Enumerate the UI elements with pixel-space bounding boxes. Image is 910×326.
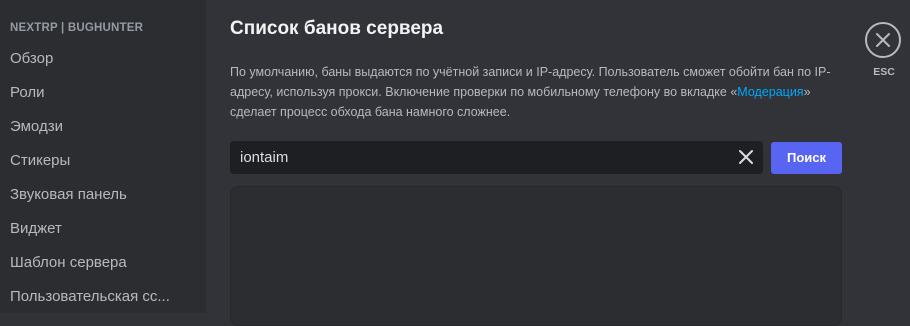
moderation-link[interactable]: Модерация: [737, 85, 803, 99]
clear-search-button[interactable]: [737, 148, 755, 166]
search-button[interactable]: Поиск: [771, 142, 842, 174]
esc-label: ESC: [873, 66, 895, 78]
search-input[interactable]: [230, 141, 720, 174]
main-content: Список банов сервера По умолчанию, баны …: [206, 0, 910, 326]
sidebar-item-roles[interactable]: Роли: [0, 77, 180, 109]
settings-sidebar: NEXTRP | BUGHUNTER Обзор Роли Эмодзи Сти…: [0, 0, 206, 313]
page-title: Список банов сервера: [230, 18, 444, 39]
ban-list-panel: [230, 186, 842, 326]
description-text: По умолчанию, баны выдаются по учётной з…: [230, 62, 840, 122]
sidebar-item-custom-link[interactable]: Пользовательская сс...: [0, 281, 180, 313]
search-field: [230, 141, 763, 174]
sidebar-item-overview[interactable]: Обзор: [0, 43, 180, 75]
sidebar-item-server-template[interactable]: Шаблон сервера: [0, 247, 180, 279]
sidebar-item-emoji[interactable]: Эмодзи: [0, 111, 180, 143]
server-name-header: NEXTRP | BUGHUNTER: [10, 22, 144, 34]
sidebar-item-soundboard[interactable]: Звуковая панель: [0, 179, 180, 211]
close-settings-button[interactable]: [865, 22, 901, 58]
close-icon: [739, 150, 753, 164]
sidebar-item-stickers[interactable]: Стикеры: [0, 145, 180, 177]
close-icon: [876, 33, 890, 47]
sidebar-item-widget[interactable]: Виджет: [0, 213, 180, 245]
